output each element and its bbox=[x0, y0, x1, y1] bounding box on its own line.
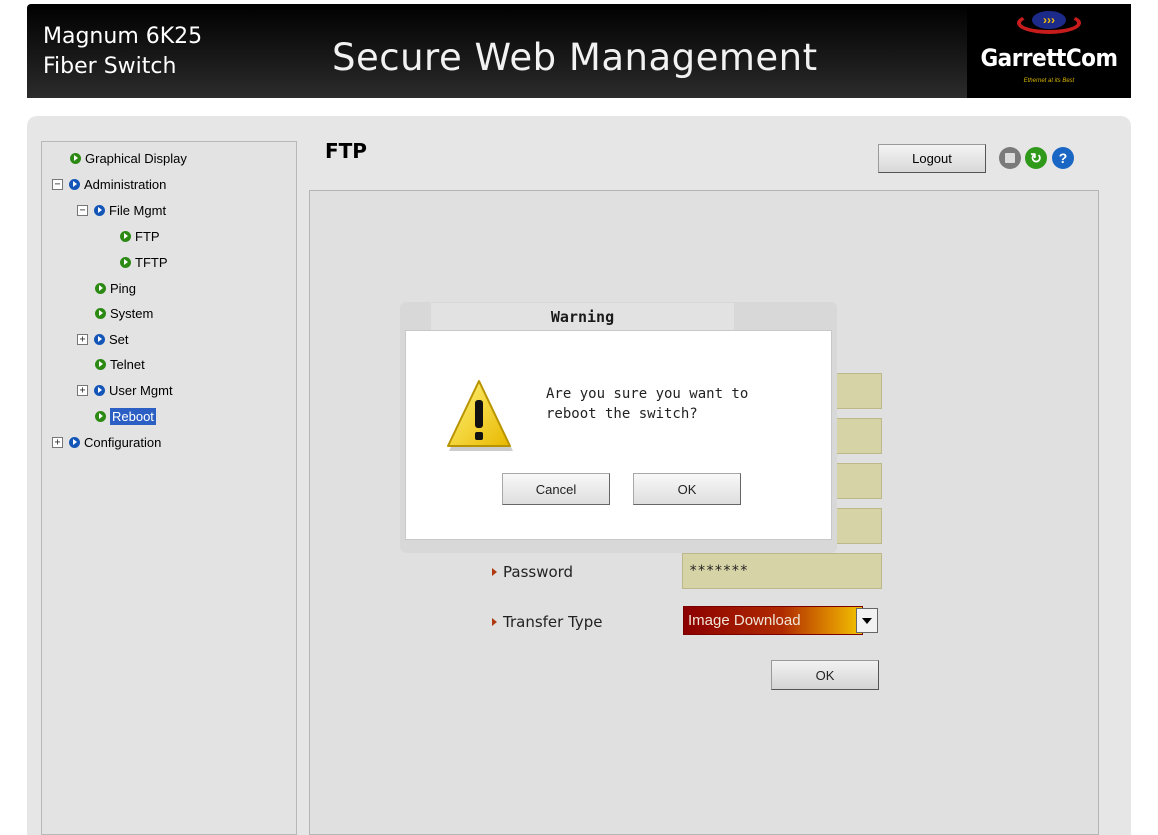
chevron-down-icon[interactable] bbox=[856, 608, 878, 633]
logo-tagline: Ethernet at its Best bbox=[1023, 78, 1075, 84]
sidebar-item-ftp[interactable]: FTP bbox=[120, 226, 160, 246]
app-header: Magnum 6K25 Fiber Switch Secure Web Mana… bbox=[27, 4, 1131, 98]
sidebar-item-tftp[interactable]: TFTP bbox=[120, 252, 168, 272]
dialog-message: Are you sure you want to reboot the swit… bbox=[546, 386, 749, 422]
bullet-green-icon bbox=[70, 152, 81, 164]
sidebar-item-label: File Mgmt bbox=[109, 202, 167, 218]
sidebar-item-reboot[interactable]: Reboot bbox=[95, 406, 156, 426]
sidebar-item-label: Graphical Display bbox=[85, 150, 187, 166]
bullet-blue-icon bbox=[69, 436, 80, 448]
sidebar-item-administration[interactable]: − Administration bbox=[52, 174, 166, 194]
expand-icon[interactable]: + bbox=[77, 333, 88, 345]
sidebar-item-telnet[interactable]: Telnet bbox=[95, 354, 145, 374]
sidebar-item-label: User Mgmt bbox=[109, 382, 173, 398]
page-title: FTP bbox=[325, 139, 367, 163]
logout-button[interactable]: Logout bbox=[878, 144, 986, 173]
dialog-cancel-button[interactable]: Cancel bbox=[502, 473, 610, 505]
bullet-blue-icon bbox=[69, 178, 80, 190]
bullet-green-icon bbox=[120, 230, 131, 242]
bullet-green-icon bbox=[120, 256, 131, 268]
logo-swoosh-icon: ››› bbox=[1017, 11, 1081, 34]
sidebar-item-label: Administration bbox=[84, 176, 167, 192]
expand-icon[interactable]: + bbox=[52, 436, 63, 448]
sidebar-item-set[interactable]: + Set bbox=[77, 329, 129, 349]
logo-text: GarrettCom bbox=[980, 44, 1118, 72]
password-field[interactable]: ******* bbox=[682, 553, 882, 589]
bullet-green-icon bbox=[95, 307, 106, 319]
bullet-blue-icon bbox=[94, 384, 105, 396]
sidebar-item-graphical-display[interactable]: Graphical Display bbox=[70, 148, 187, 168]
sidebar-item-file-mgmt[interactable]: − File Mgmt bbox=[77, 200, 166, 220]
dialog-title: Warning bbox=[431, 303, 734, 330]
product-name-line1: Magnum 6K25 bbox=[43, 24, 203, 49]
save-icon[interactable] bbox=[999, 147, 1021, 169]
bullet-green-icon bbox=[95, 410, 106, 422]
sidebar-item-label: FTP bbox=[135, 228, 160, 244]
sidebar-item-label: Ping bbox=[110, 280, 137, 296]
password-label: Password bbox=[492, 563, 573, 581]
submit-ok-button[interactable]: OK bbox=[771, 660, 879, 690]
bullet-green-icon bbox=[95, 282, 106, 294]
product-name: Magnum 6K25 Fiber Switch bbox=[43, 22, 202, 82]
password-value: ******* bbox=[689, 563, 749, 579]
transfer-type-label: Transfer Type bbox=[492, 613, 603, 631]
sidebar-item-configuration[interactable]: + Configuration bbox=[52, 432, 161, 452]
bullet-blue-icon bbox=[94, 333, 105, 345]
sidebar-item-ping[interactable]: Ping bbox=[95, 278, 136, 298]
sidebar-item-label: Set bbox=[109, 331, 129, 347]
sidebar-item-label: Configuration bbox=[84, 434, 162, 450]
garrettcom-logo: ››› GarrettCom Ethernet at its Best bbox=[967, 4, 1131, 98]
product-name-line2: Fiber Switch bbox=[43, 54, 177, 79]
sidebar-item-system[interactable]: System bbox=[95, 303, 153, 323]
sidebar-item-label: Reboot bbox=[110, 407, 156, 425]
dialog-ok-button[interactable]: OK bbox=[633, 473, 741, 505]
help-icon[interactable]: ? bbox=[1052, 147, 1074, 169]
bullet-blue-icon bbox=[94, 204, 105, 216]
transfer-type-select[interactable]: Image Download bbox=[683, 606, 863, 635]
refresh-icon[interactable]: ↻ bbox=[1025, 147, 1047, 169]
app-title: Secure Web Management bbox=[332, 36, 818, 79]
collapse-icon[interactable]: − bbox=[52, 178, 63, 190]
collapse-icon[interactable]: − bbox=[77, 204, 88, 216]
expand-icon[interactable]: + bbox=[77, 384, 88, 396]
sidebar-item-label: Telnet bbox=[110, 356, 145, 372]
sidebar-item-label: System bbox=[110, 305, 154, 321]
sidebar-item-user-mgmt[interactable]: + User Mgmt bbox=[77, 380, 173, 400]
sidebar-item-label: TFTP bbox=[135, 254, 168, 270]
bullet-green-icon bbox=[95, 358, 106, 370]
warning-icon bbox=[447, 380, 513, 451]
sidebar-tree bbox=[41, 141, 297, 835]
